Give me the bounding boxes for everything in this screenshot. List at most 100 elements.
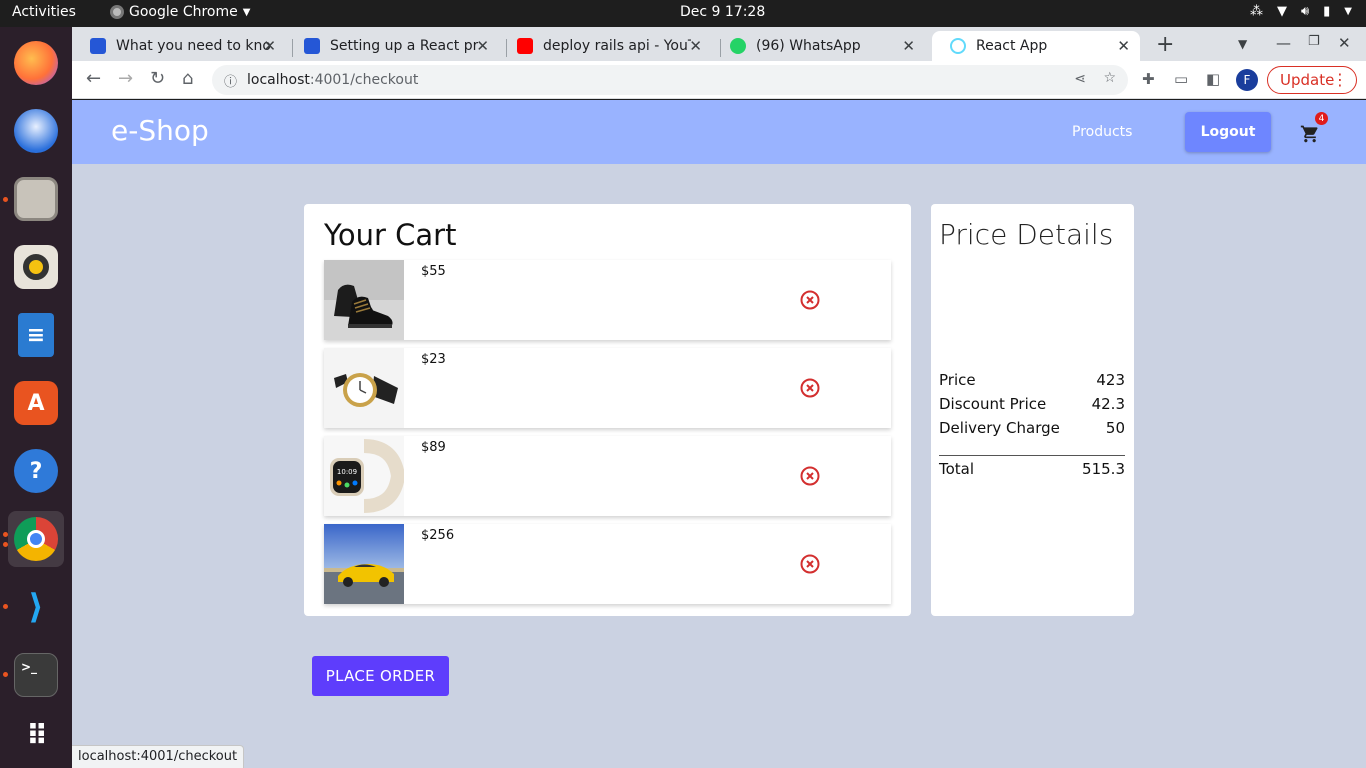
delivery-label: Delivery Charge [939, 419, 1060, 437]
extensions-icon[interactable]: ✚ [1142, 70, 1155, 88]
firefox-icon [14, 41, 58, 85]
cart-title: Your Cart [324, 218, 457, 252]
chrome-small-icon [110, 5, 124, 19]
youtube-icon [517, 38, 533, 54]
app-menu[interactable]: Google Chrome ▼ [110, 4, 250, 20]
tab-whatsapp[interactable]: (96) WhatsApp ✕ [712, 31, 925, 61]
window-close-icon[interactable]: ✕ [1338, 34, 1351, 52]
vscode-icon: ⟩ [28, 587, 44, 627]
share-icon[interactable]: ⋖ [1074, 71, 1086, 87]
nav-products-link[interactable]: Products [1072, 124, 1132, 140]
tab-search-icon[interactable]: ▼ [1238, 37, 1247, 51]
cast-icon[interactable]: ▭ [1174, 70, 1188, 88]
logout-button[interactable]: Logout [1185, 112, 1271, 152]
video-icon [90, 38, 106, 54]
tab-deploy-rails[interactable]: deploy rails api - YouTu ✕ [499, 31, 712, 61]
dock-firefox[interactable] [8, 35, 64, 91]
cart-count-badge: 4 [1315, 112, 1328, 125]
price-details-panel: Price Details Price 423 Discount Price 4… [931, 204, 1134, 616]
item-price: $55 [421, 264, 446, 279]
browser-toolbar: ← → ↻ ⌂ ⓘ localhost:4001/checkout ⋖ ☆ ✚ … [72, 61, 1366, 99]
caret-down-icon: ▼ [242, 6, 251, 18]
divider [939, 455, 1125, 456]
close-icon[interactable]: ✕ [476, 37, 489, 55]
close-icon[interactable]: ✕ [1117, 37, 1130, 55]
discount-row: Discount Price 42.3 [939, 395, 1125, 413]
item-price: $89 [421, 440, 446, 455]
close-icon[interactable]: ✕ [902, 37, 915, 55]
tab-what-you-need[interactable]: What you need to kno ✕ [72, 31, 286, 61]
home-icon[interactable]: ⌂ [182, 68, 193, 89]
dock-vscode[interactable]: ⟩ [8, 579, 64, 635]
reload-icon[interactable]: ↻ [150, 68, 165, 89]
side-panel-icon[interactable]: ◧ [1206, 70, 1220, 88]
page-content: e-Shop Products Logout 4 Your Cart $55 $… [72, 100, 1366, 768]
tab-title: React App [976, 38, 1048, 54]
url-path: :4001/checkout [309, 72, 419, 88]
dock-rhythmbox[interactable] [8, 239, 64, 295]
remove-item-icon[interactable] [800, 378, 820, 398]
cart-panel: Your Cart $55 $23 10:09 $89 $256 [304, 204, 911, 616]
forward-icon[interactable]: → [118, 68, 133, 89]
dock-software[interactable]: A [8, 375, 64, 431]
product-image-smartwatch: 10:09 [324, 436, 404, 516]
app-grid-icon: ⠿ [26, 718, 48, 752]
tab-title: What you need to kno [116, 38, 271, 54]
address-bar[interactable]: ⓘ localhost:4001/checkout ⋖ ☆ [212, 65, 1128, 95]
remove-item-icon[interactable] [800, 466, 820, 486]
network-share-icon: ⁂ [1249, 4, 1263, 19]
brand-logo[interactable]: e-Shop [111, 114, 209, 147]
minimize-icon[interactable]: — [1276, 34, 1291, 52]
system-tray[interactable]: ⁂ ▼ 🔊︎ ▮ ▼ [1250, 4, 1352, 19]
dock: ≡ A ? ⟩ >_ ⠿ [0, 27, 72, 768]
dock-help[interactable]: ? [8, 443, 64, 499]
discount-value: 42.3 [1091, 395, 1125, 413]
tab-setting-up-react[interactable]: Setting up a React pro ✕ [286, 31, 499, 61]
status-bar-url: localhost:4001/checkout [72, 745, 245, 768]
tab-react-app[interactable]: React App ✕ [932, 31, 1140, 61]
libreoffice-writer-icon: ≡ [18, 313, 54, 357]
rhythmbox-icon [14, 245, 58, 289]
close-icon[interactable]: ✕ [263, 37, 276, 55]
remove-item-icon[interactable] [800, 554, 820, 574]
volume-icon: 🔊︎ [1300, 4, 1310, 19]
dock-thunderbird[interactable] [8, 103, 64, 159]
dock-files[interactable] [8, 171, 64, 227]
profile-avatar[interactable]: F [1236, 69, 1258, 91]
item-price: $256 [421, 528, 455, 543]
place-order-button[interactable]: PLACE ORDER [312, 656, 449, 696]
bookmark-star-icon[interactable]: ☆ [1103, 70, 1116, 86]
battery-icon: ▮ [1323, 4, 1331, 19]
dock-show-apps[interactable]: ⠿ [8, 707, 64, 763]
clock[interactable]: Dec 9 17:28 [680, 4, 765, 20]
video-icon [304, 38, 320, 54]
app-header: e-Shop Products Logout 4 [72, 100, 1366, 164]
tab-title: deploy rails api - YouTu [543, 38, 691, 54]
delivery-value: 50 [1105, 419, 1125, 437]
site-info-icon[interactable]: ⓘ [224, 71, 237, 90]
shopping-cart-icon[interactable] [1300, 124, 1320, 144]
total-row: Total 515.3 [939, 460, 1125, 478]
whatsapp-icon [730, 38, 746, 54]
dock-terminal[interactable]: >_ [8, 647, 64, 703]
activities-button[interactable]: Activities [12, 4, 76, 20]
maximize-icon[interactable]: ❐ [1308, 34, 1320, 49]
help-icon: ? [14, 449, 58, 493]
dock-chrome[interactable] [8, 511, 64, 567]
cart-item: $23 [324, 348, 891, 428]
product-image-sports-car [324, 524, 404, 604]
total-label: Total [939, 460, 975, 478]
discount-label: Discount Price [939, 395, 1047, 413]
dock-writer[interactable]: ≡ [8, 307, 64, 363]
back-icon[interactable]: ← [86, 68, 101, 89]
svg-text:10:09: 10:09 [337, 468, 357, 476]
power-menu-icon: ▼ [1344, 6, 1352, 17]
react-icon [950, 38, 966, 54]
thunderbird-icon [14, 109, 58, 153]
close-icon[interactable]: ✕ [689, 37, 702, 55]
update-button[interactable]: Update ⋮ [1267, 66, 1357, 94]
remove-item-icon[interactable] [800, 290, 820, 310]
new-tab-icon[interactable]: + [1156, 32, 1174, 57]
product-image-watch [324, 348, 404, 428]
more-menu-icon[interactable]: ⋮ [1332, 70, 1348, 89]
